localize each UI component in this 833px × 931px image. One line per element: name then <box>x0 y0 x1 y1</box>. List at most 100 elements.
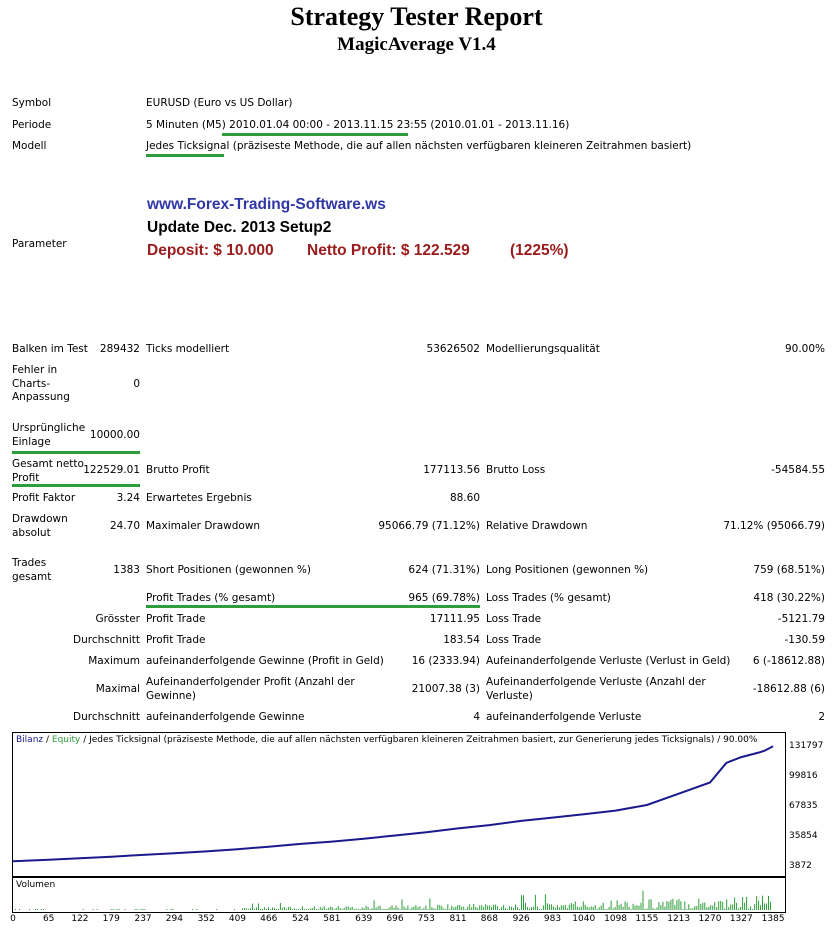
volume-bar <box>536 906 538 910</box>
balance-chart <box>13 745 774 863</box>
volume-bar <box>652 907 654 910</box>
volume-bar <box>519 909 520 910</box>
y-tick-label: 3872 <box>789 861 812 871</box>
volume-bar <box>648 899 650 910</box>
deposit-underline <box>12 451 140 454</box>
max-drawdown-value: 95066.79 (71.12%) <box>378 520 480 532</box>
volume-bar <box>654 909 656 910</box>
volume-bar <box>531 907 532 910</box>
volume-bar <box>592 906 594 910</box>
volume-bar <box>301 906 303 910</box>
volume-bar <box>248 909 250 910</box>
profit-factor-value: 3.24 <box>116 492 140 504</box>
volume-bar <box>453 907 455 910</box>
volume-bar <box>124 909 126 910</box>
loss-trades-label: Loss Trades (% gesamt) <box>486 592 611 604</box>
y-tick-label: 67835 <box>789 800 818 811</box>
volume-bar <box>435 908 437 910</box>
report-title: Strategy Tester Report <box>290 2 543 31</box>
largest-loss-label: Loss Trade <box>486 613 542 625</box>
volume-bar <box>532 906 534 910</box>
volume-bar <box>574 901 576 910</box>
volume-bar <box>764 903 765 910</box>
volume-bar <box>580 906 582 910</box>
volume-bar <box>768 896 769 910</box>
short-positions-value: 624 (71.31%) <box>408 564 480 576</box>
volume-bar <box>337 905 339 910</box>
volume-bar <box>706 907 708 910</box>
volume-bar <box>501 907 503 910</box>
volume-bar <box>371 908 373 910</box>
largest-profit-label: Profit Trade <box>146 613 206 625</box>
volume-bar <box>283 906 285 910</box>
largest-loss-value: -5121.79 <box>777 613 825 625</box>
bars-value: 289432 <box>99 343 140 355</box>
volume-bar <box>140 909 142 910</box>
volume-bar <box>762 895 763 910</box>
volume-bar <box>268 907 269 910</box>
volume-bar <box>664 906 666 910</box>
avg-consec-losses-label: aufeinanderfolgende Verluste <box>486 711 642 723</box>
maximal-consec-loss-label: Aufeinanderfolgende Verluste (Anzahl der… <box>486 676 706 702</box>
volume-bar <box>192 909 194 910</box>
volume-bar <box>457 905 459 910</box>
volume-bar <box>373 900 375 910</box>
volume-bar <box>752 909 754 910</box>
volume-bar <box>744 902 746 910</box>
volume-bar <box>624 901 626 910</box>
net-profit-label: Gesamt netto Profit <box>12 458 84 484</box>
volume-bar <box>264 907 265 910</box>
volume-bar <box>540 909 542 910</box>
volume-bar <box>560 905 562 910</box>
volume-bar <box>507 909 509 910</box>
x-tick-label: 1385 <box>761 914 785 924</box>
long-positions-value: 759 (68.51%) <box>753 564 825 576</box>
y-tick-label: 99816 <box>789 770 818 781</box>
volume-bar <box>196 909 198 910</box>
volume-bar <box>475 906 477 910</box>
avg-consec-wins-label: aufeinanderfolgende Gewinne <box>146 711 305 723</box>
volume-bar <box>722 902 724 910</box>
volume-bar <box>564 904 566 910</box>
period-prefix: 5 Minuten (M5) <box>146 119 226 131</box>
volume-bar <box>295 909 297 910</box>
trades-total-label: Trades gesamt <box>12 557 52 583</box>
volume-bar <box>242 908 244 910</box>
volume-bar <box>393 907 395 910</box>
volume-bar <box>136 909 138 910</box>
volume-bar <box>702 902 704 910</box>
volume-bar <box>542 905 544 910</box>
profit-factor-label: Profit Faktor <box>12 492 76 504</box>
volume-bar <box>632 903 634 910</box>
volume-bar <box>668 901 670 910</box>
net-profit-underline <box>12 484 140 487</box>
volume-bar <box>716 907 718 910</box>
profit-trades-underline <box>146 605 480 608</box>
volume-bar <box>96 909 98 910</box>
volume-bar <box>279 902 281 910</box>
volume-bar <box>425 905 427 910</box>
volume-bar <box>329 906 331 910</box>
volume-bar <box>756 896 758 910</box>
volume-bar <box>451 905 453 910</box>
average-label: Durchschnitt <box>73 634 140 646</box>
volume-bar <box>646 908 648 910</box>
volume-bar <box>630 909 632 910</box>
volume-bar <box>293 908 295 910</box>
volume-bar <box>505 908 507 910</box>
quality-value: 90.00% <box>784 343 825 355</box>
volume-bar <box>216 909 218 910</box>
promo-link[interactable]: www.Forex-Trading-Software.ws <box>147 196 386 214</box>
maximal-consec-profit-label: Aufeinanderfolgender Profit (Anzahl der … <box>146 676 355 702</box>
max-drawdown-label: Maximaler Drawdown <box>146 520 261 532</box>
volume-chart <box>15 890 771 910</box>
volume-bar <box>309 908 311 910</box>
balance-line <box>13 745 774 863</box>
volume-bar <box>688 904 690 910</box>
gross-loss-value: -54584.55 <box>771 464 825 476</box>
volume-bar <box>287 906 289 910</box>
loss-trades-value: 418 (30.22%) <box>753 592 825 604</box>
volume-bar <box>455 906 457 910</box>
bars-label: Balken im Test <box>12 343 88 355</box>
errors-value: 0 <box>133 378 140 390</box>
